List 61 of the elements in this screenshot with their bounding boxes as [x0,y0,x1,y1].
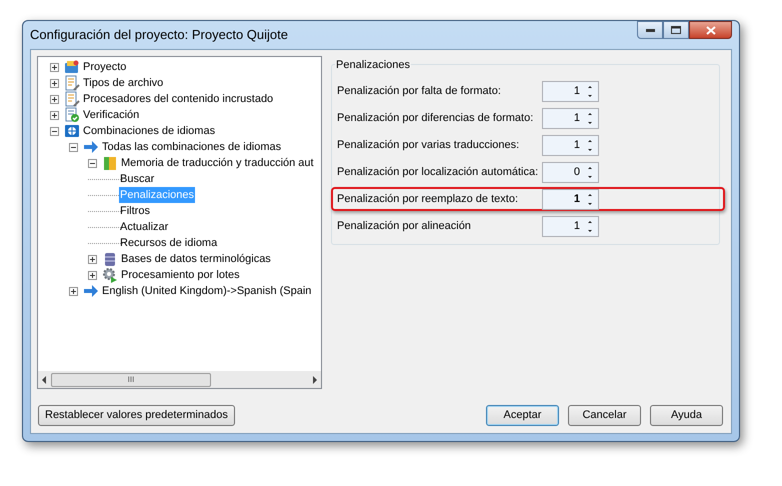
field-label: Penalización por reemplazo de texto: [337,192,519,207]
arrow-right-icon [83,283,99,299]
spin-field[interactable]: 1 [542,188,599,210]
field-label: Penalización por alineación [337,218,472,234]
stacked-books-icon [102,155,118,171]
spin-field[interactable]: 1 [542,216,599,236]
expand-icon[interactable] [68,286,78,296]
globe-icon [64,123,80,139]
arrow-right-icon [83,139,99,155]
tree-item[interactable]: Bases de datos terminológicas [120,251,272,267]
checked-document-icon [64,107,80,123]
tree-item[interactable]: Procesadores del contenido incrustado [82,91,274,107]
minimize-button[interactable] [637,21,663,39]
maximize-icon [671,26,681,34]
collapse-icon[interactable] [50,126,58,136]
tree-item[interactable]: Verificación [82,107,140,123]
tree-item[interactable]: Todas las combinaciones de idiomas [101,139,282,155]
maximize-button[interactable] [663,21,689,39]
tree-item[interactable]: English (United Kingdom)->Spanish (Spain [101,283,312,299]
tree-item[interactable]: Procesamiento por lotes [120,267,241,283]
expand-icon[interactable] [88,270,96,280]
spin-field[interactable]: 0 [542,162,599,182]
tree-item[interactable]: Buscar [119,171,156,187]
tree-item[interactable]: Actualizar [119,219,170,235]
expand-icon[interactable] [50,94,58,104]
spin-field[interactable]: 1 [542,80,599,102]
collapse-icon[interactable] [68,142,78,152]
gear-icon [102,267,118,283]
folder-icon [64,59,80,75]
reset-defaults-button[interactable]: Restablecer valores predeterminados [38,405,235,426]
spin-field[interactable]: 1 [542,108,599,128]
tree-item[interactable]: Proyecto [82,59,128,75]
collapse-icon[interactable] [88,158,96,168]
tree-item[interactable]: Filtros [119,203,151,219]
dialog-button[interactable]: Aceptar [486,405,559,426]
field-label: Penalización por varias traducciones: [337,138,520,153]
dialog-button[interactable]: Ayuda [650,405,723,426]
expand-icon[interactable] [50,62,58,72]
minimize-icon [646,28,654,32]
field-label: Penalización por localización automática: [337,164,540,180]
expand-icon[interactable] [50,110,58,120]
scroll-left-icon[interactable] [41,376,47,384]
scroll-thumb[interactable]: III [51,372,211,386]
tree-item[interactable]: Recursos de idioma [119,235,218,251]
spin-field[interactable]: 1 [542,134,599,156]
expand-icon[interactable] [88,254,96,264]
tree-item[interactable]: Memoria de traducción y traducción aut [120,155,315,171]
field-label: Penalización por diferencias de formato: [337,110,534,126]
dialog-button[interactable]: Cancelar [568,405,641,426]
horizontal-scrollbar[interactable]: III [38,371,321,388]
field-label: Penalización por falta de formato: [337,84,502,99]
database-icon [102,251,118,267]
document-icon [64,91,80,107]
tree-item[interactable]: Combinaciones de idiomas [82,123,216,139]
tree-item[interactable]: Tipos de archivo [82,75,164,91]
close-button[interactable] [689,21,732,39]
scroll-right-icon[interactable] [312,376,318,384]
window-title: Configuración del proyecto: Proyecto Quijote [30,26,288,44]
close-icon [706,26,716,34]
expand-icon[interactable] [50,78,58,88]
document-icon [64,75,80,91]
